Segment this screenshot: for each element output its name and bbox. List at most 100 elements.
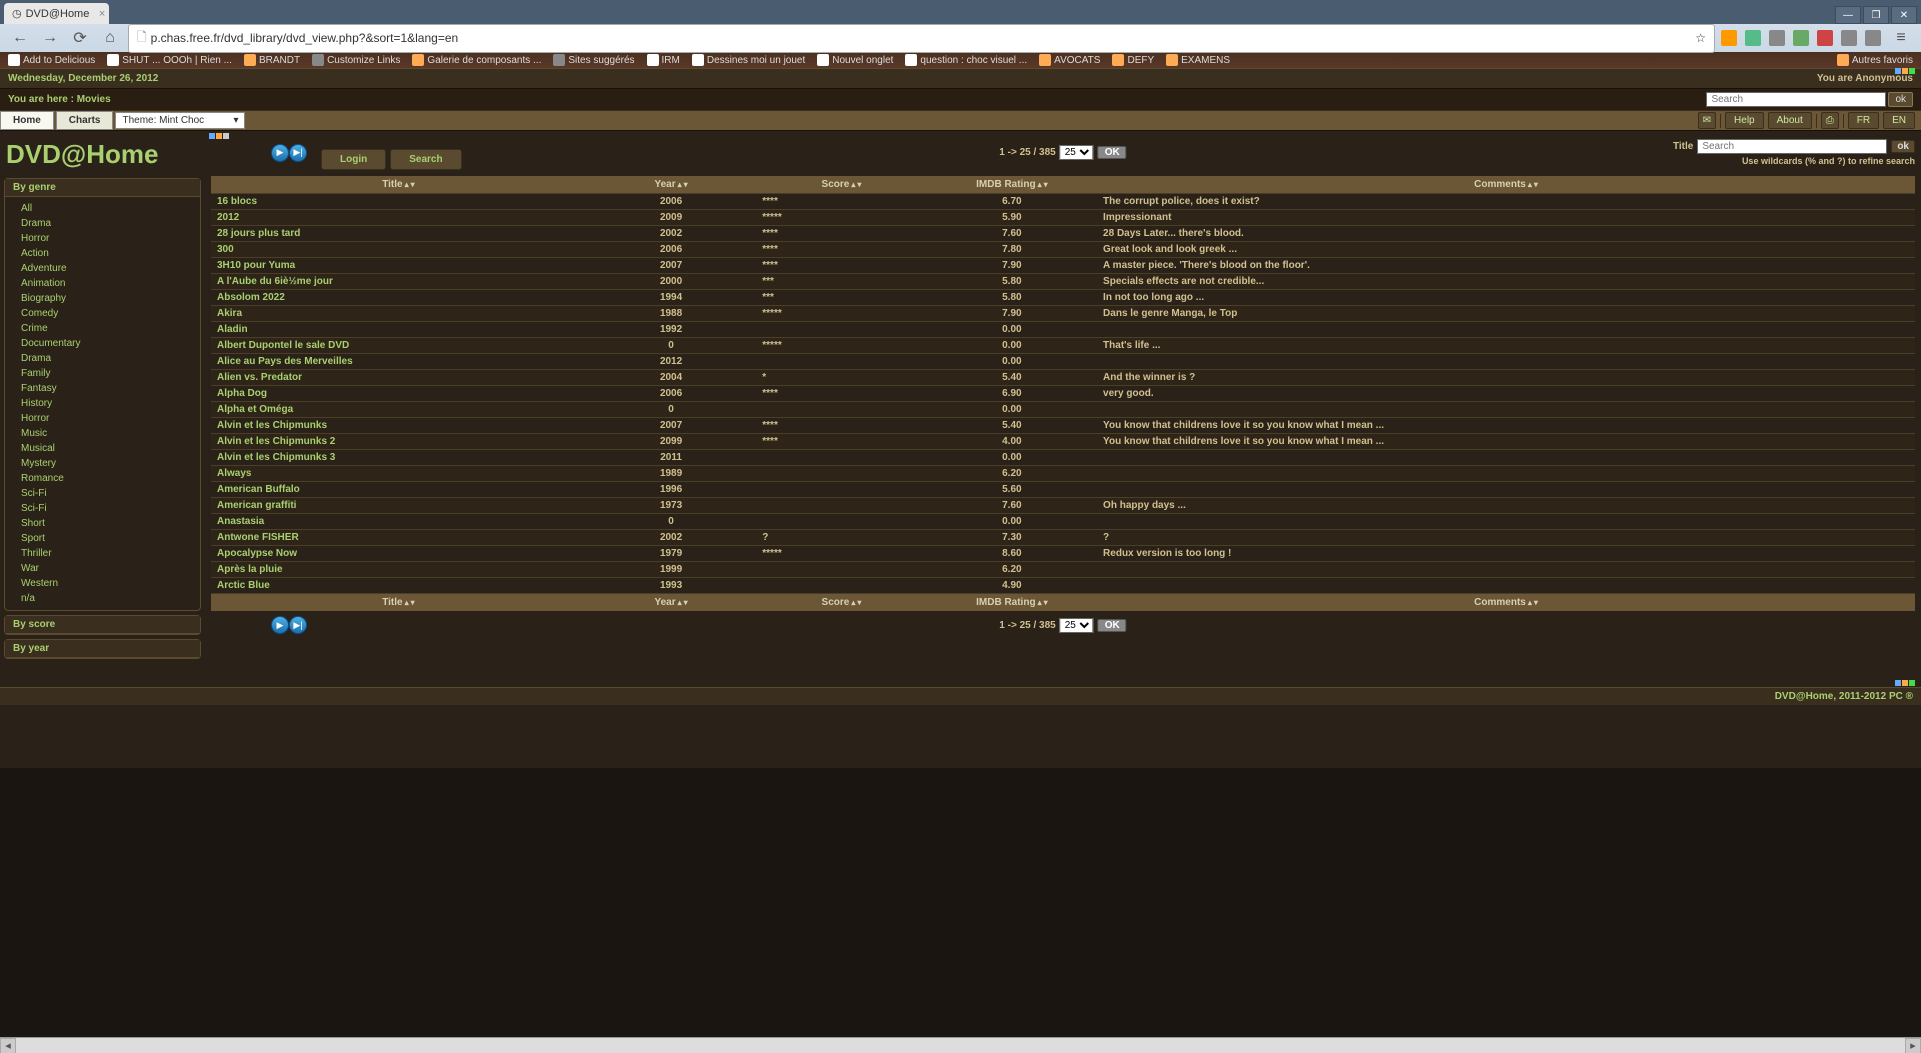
horizontal-scrollbar[interactable]: ◂ ▸ [0, 1037, 1921, 1053]
bookmark-item[interactable]: Add to Delicious [8, 54, 95, 66]
last-page-icon[interactable]: ▶| [289, 144, 307, 162]
lang-fr-button[interactable]: FR [1848, 112, 1879, 129]
movie-title-link[interactable]: Alice au Pays des Merveilles [211, 354, 586, 370]
global-search-ok-button[interactable]: ok [1888, 92, 1913, 107]
movie-title-link[interactable]: Alvin et les Chipmunks 3 [211, 450, 586, 466]
sort-asc-icon[interactable]: ▴ [678, 598, 682, 607]
menu-icon[interactable]: ≡ [1889, 26, 1913, 50]
col-year[interactable]: Year▴▾ [586, 594, 756, 612]
menu-home[interactable]: Home [0, 111, 54, 130]
sidebar-item-genre[interactable]: Sport [5, 531, 200, 546]
bookmark-star-icon[interactable]: ☆ [1695, 31, 1706, 45]
tiny-icon[interactable] [1895, 680, 1901, 686]
sidebar-item-genre[interactable]: Family [5, 366, 200, 381]
tiny-icon[interactable] [1909, 680, 1915, 686]
tiny-icon[interactable] [1902, 680, 1908, 686]
movie-title-link[interactable]: Alpha Dog [211, 386, 586, 402]
sidebar-item-genre[interactable]: Horror [5, 231, 200, 246]
col-imdb[interactable]: IMDB Rating▴▾ [927, 176, 1097, 194]
bookmark-item[interactable]: DEFY [1112, 54, 1154, 66]
score-header[interactable]: By score [5, 616, 200, 634]
search-button[interactable]: Search [390, 149, 461, 170]
col-score[interactable]: Score▴▾ [756, 594, 926, 612]
next-page-icon[interactable]: ▶ [271, 616, 289, 634]
theme-select[interactable]: Theme: Mint Choc ▾ [115, 112, 245, 129]
movie-title-link[interactable]: American Buffalo [211, 482, 586, 498]
menu-about[interactable]: About [1768, 112, 1812, 129]
movie-title-link[interactable]: Arctic Blue [211, 578, 586, 594]
movie-title-link[interactable]: 300 [211, 242, 586, 258]
sort-asc-icon[interactable]: ▴ [851, 180, 855, 189]
sidebar-item-genre[interactable]: Documentary [5, 336, 200, 351]
col-score[interactable]: Score▴▾ [756, 176, 926, 194]
ext-icon-2[interactable] [1745, 30, 1761, 46]
pagination-ok-button[interactable]: OK [1098, 146, 1127, 159]
movie-title-link[interactable]: Alvin et les Chipmunks [211, 418, 586, 434]
movie-title-link[interactable]: Anastasia [211, 514, 586, 530]
movie-title-link[interactable]: 28 jours plus tard [211, 226, 586, 242]
bookmark-item[interactable]: IRM [647, 54, 680, 66]
sidebar-item-genre[interactable]: Mystery [5, 456, 200, 471]
per-page-select[interactable]: 25 [1060, 618, 1094, 633]
bookmark-item[interactable]: BRANDT [244, 54, 300, 66]
global-search-input[interactable] [1706, 92, 1886, 107]
tiny-icon[interactable] [1902, 68, 1908, 74]
sidebar-item-genre[interactable]: Western [5, 576, 200, 591]
movie-title-link[interactable]: Akira [211, 306, 586, 322]
sidebar-item-genre[interactable]: Fantasy [5, 381, 200, 396]
sort-asc-icon[interactable]: ▴ [405, 180, 409, 189]
scroll-right-icon[interactable]: ▸ [1905, 1038, 1921, 1053]
movie-title-link[interactable]: A l'Aube du 6iè½me jour [211, 274, 586, 290]
sidebar-item-genre[interactable]: History [5, 396, 200, 411]
sidebar-item-genre[interactable]: Biography [5, 291, 200, 306]
home-button[interactable]: ⌂ [98, 26, 122, 50]
next-page-icon[interactable]: ▶ [271, 144, 289, 162]
url-input[interactable]: 🗋 p.chas.free.fr/dvd_library/dvd_view.ph… [128, 24, 1715, 53]
sort-desc-icon[interactable]: ▾ [1534, 598, 1538, 607]
sort-asc-icon[interactable]: ▴ [405, 598, 409, 607]
login-button[interactable]: Login [321, 149, 386, 170]
amazon-ext-icon[interactable] [1721, 30, 1737, 46]
col-year[interactable]: Year▴▾ [586, 176, 756, 194]
movie-title-link[interactable]: Après la pluie [211, 562, 586, 578]
sidebar-item-genre[interactable]: n/a [5, 591, 200, 606]
per-page-select[interactable]: 25 [1060, 145, 1094, 160]
sidebar-item-genre[interactable]: Drama [5, 351, 200, 366]
close-window-button[interactable]: ✕ [1891, 6, 1917, 24]
sort-asc-icon[interactable]: ▴ [1528, 180, 1532, 189]
movie-title-link[interactable]: Albert Dupontel le sale DVD [211, 338, 586, 354]
minimize-button[interactable]: — [1835, 6, 1861, 24]
sort-asc-icon[interactable]: ▴ [1038, 598, 1042, 607]
maximize-button[interactable]: ❐ [1863, 6, 1889, 24]
bookmark-item[interactable]: question : choc visuel ... [905, 54, 1027, 66]
sort-asc-icon[interactable]: ▴ [1038, 180, 1042, 189]
sidebar-item-genre[interactable]: Musical [5, 441, 200, 456]
movie-title-link[interactable]: 3H10 pour Yuma [211, 258, 586, 274]
forward-button[interactable]: → [38, 26, 62, 50]
sidebar-item-genre[interactable]: Short [5, 516, 200, 531]
year-header[interactable]: By year [5, 640, 200, 658]
tiny-icon[interactable] [209, 133, 215, 139]
ext-icon-4[interactable] [1793, 30, 1809, 46]
sidebar-item-genre[interactable]: Comedy [5, 306, 200, 321]
movie-title-link[interactable]: Alpha et Oméga [211, 402, 586, 418]
sort-asc-icon[interactable]: ▴ [851, 598, 855, 607]
col-title[interactable]: Title▴▾ [211, 594, 586, 612]
bookmark-item[interactable]: Customize Links [312, 54, 400, 66]
movie-title-link[interactable]: Alvin et les Chipmunks 2 [211, 434, 586, 450]
bookmark-item[interactable]: Galerie de composants ... [412, 54, 541, 66]
mail-icon[interactable]: ✉ [1698, 112, 1716, 129]
movie-title-link[interactable]: American graffiti [211, 498, 586, 514]
pagination-ok-button[interactable]: OK [1098, 619, 1127, 632]
col-comments[interactable]: Comments▴▾ [1097, 176, 1915, 194]
sort-desc-icon[interactable]: ▾ [857, 180, 861, 189]
sort-desc-icon[interactable]: ▾ [411, 180, 415, 189]
ext-icon-3[interactable] [1769, 30, 1785, 46]
bookmark-item[interactable]: EXAMENS [1166, 54, 1230, 66]
title-search-ok-button[interactable]: ok [1891, 140, 1915, 153]
sort-desc-icon[interactable]: ▾ [684, 598, 688, 607]
lang-en-button[interactable]: EN [1883, 112, 1915, 129]
sidebar-item-genre[interactable]: Sci-Fi [5, 501, 200, 516]
sidebar-item-genre[interactable]: Horror [5, 411, 200, 426]
movie-title-link[interactable]: Always [211, 466, 586, 482]
